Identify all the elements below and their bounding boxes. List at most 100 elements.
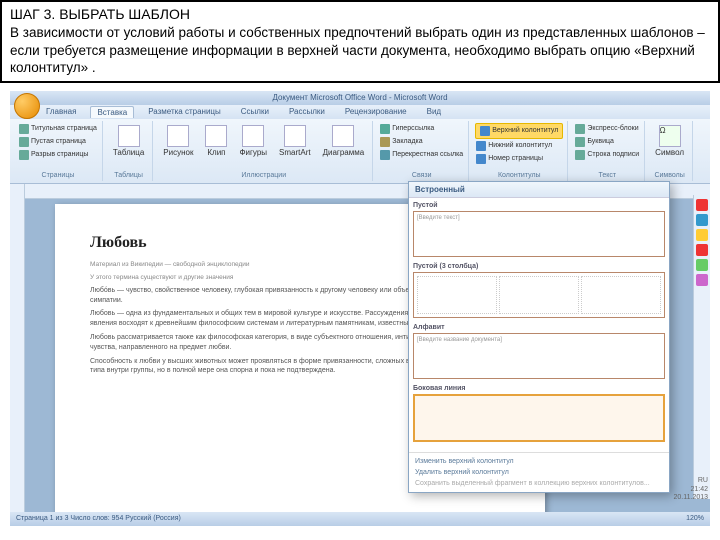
group-tables: Таблица Таблицы xyxy=(105,121,153,181)
btn-page-number[interactable]: Номер страницы xyxy=(475,153,563,165)
group-pages: Титульная страница Пустая страница Разры… xyxy=(14,121,103,181)
ruler-vertical[interactable] xyxy=(10,184,25,512)
tab-home[interactable]: Главная xyxy=(40,106,82,117)
footer-edit-header[interactable]: Изменить верхний колонтитул xyxy=(415,456,663,467)
btn-hyperlink[interactable]: Гиперссылка xyxy=(379,123,464,135)
tab-references[interactable]: Ссылки xyxy=(235,106,275,117)
btn-page-break[interactable]: Разрыв страницы xyxy=(18,149,98,161)
group-label: Колонтитулы xyxy=(475,172,563,179)
template-preview xyxy=(413,272,665,318)
sidebar-icon[interactable] xyxy=(696,199,708,211)
blocks-icon xyxy=(575,124,585,134)
template-label: Пустой xyxy=(413,202,665,209)
btn-dropcap[interactable]: Буквица xyxy=(574,136,640,148)
btn-bookmark[interactable]: Закладка xyxy=(379,136,464,148)
tray-date: 20.11.2013 xyxy=(673,494,708,502)
group-label: Связи xyxy=(379,172,464,179)
group-label: Текст xyxy=(574,172,640,179)
btn-table[interactable]: Таблица xyxy=(109,123,148,159)
header-icon xyxy=(480,126,490,136)
sidebar-icon[interactable] xyxy=(696,259,708,271)
template-item-alphabet[interactable]: Алфавит [Введите название документа] xyxy=(413,324,665,379)
browser-sidebar xyxy=(693,195,710,499)
dropdown-title: Встроенный xyxy=(409,182,669,198)
dropcap-icon xyxy=(575,137,585,147)
shapes-icon xyxy=(242,125,264,147)
ribbon-tabs: Главная Вставка Разметка страницы Ссылки… xyxy=(10,105,710,119)
tray-time: 21:42 xyxy=(673,486,708,494)
word-window: Документ Microsoft Office Word - Microso… xyxy=(10,91,710,521)
sidebar-icon[interactable] xyxy=(696,214,708,226)
template-item-blank[interactable]: Пустой [Введите текст] xyxy=(413,202,665,257)
pagenum-icon xyxy=(476,154,486,164)
tab-insert[interactable]: Вставка xyxy=(90,106,134,118)
template-item-sideline[interactable]: Боковая линия xyxy=(413,385,665,442)
clip-icon xyxy=(205,125,227,147)
group-symbols: ΩСимвол Символы xyxy=(647,121,693,181)
page-icon xyxy=(19,150,29,160)
group-illustrations: Рисунок Клип Фигуры SmartArt Диаграмма И… xyxy=(155,121,373,181)
symbol-icon: Ω xyxy=(659,125,681,147)
template-label: Пустой (3 столбца) xyxy=(413,263,665,270)
template-item-3col[interactable]: Пустой (3 столбца) xyxy=(413,263,665,318)
group-links: Гиперссылка Закладка Перекрестная ссылка… xyxy=(375,121,469,181)
tray-lang[interactable]: RU xyxy=(673,477,708,485)
status-left: Страница 1 из 3 Число слов: 954 Русский … xyxy=(16,515,181,522)
template-label: Боковая линия xyxy=(413,385,665,392)
group-header-footer: Верхний колонтитул Нижний колонтитул Ном… xyxy=(471,121,568,181)
dropdown-footer: Изменить верхний колонтитул Удалить верх… xyxy=(409,452,669,492)
sidebar-icon[interactable] xyxy=(696,229,708,241)
group-label: Иллюстрации xyxy=(159,172,368,179)
status-zoom[interactable]: 120% xyxy=(686,515,704,522)
btn-blank-page[interactable]: Пустая страница xyxy=(18,136,98,148)
btn-chart[interactable]: Диаграмма xyxy=(319,123,369,159)
header-gallery-dropdown: Встроенный Пустой [Введите текст] Пустой… xyxy=(408,181,670,493)
template-preview: [Введите текст] xyxy=(413,211,665,257)
btn-smartart[interactable]: SmartArt xyxy=(275,123,315,159)
footer-remove-header[interactable]: Удалить верхний колонтитул xyxy=(415,467,663,478)
btn-crossref[interactable]: Перекрестная ссылка xyxy=(379,149,464,161)
office-button[interactable] xyxy=(14,93,40,119)
page-icon xyxy=(19,137,29,147)
group-label: Страницы xyxy=(18,172,98,179)
instruction-body: В зависимости от условий работы и собств… xyxy=(10,24,710,77)
template-preview xyxy=(413,394,665,442)
dropdown-body[interactable]: Пустой [Введите текст] Пустой (3 столбца… xyxy=(409,198,669,452)
footer-icon xyxy=(476,141,486,151)
instruction-title: ШАГ 3. ВЫБРАТЬ ШАБЛОН xyxy=(10,6,710,22)
btn-express[interactable]: Экспресс-блоки xyxy=(574,123,640,135)
sidebar-icon[interactable] xyxy=(696,274,708,286)
tab-layout[interactable]: Разметка страницы xyxy=(142,106,227,117)
group-label: Таблицы xyxy=(109,172,148,179)
smartart-icon xyxy=(284,125,306,147)
link-icon xyxy=(380,124,390,134)
chart-icon xyxy=(332,125,354,147)
crossref-icon xyxy=(380,150,390,160)
title-bar: Документ Microsoft Office Word - Microso… xyxy=(10,91,710,105)
ribbon: Титульная страница Пустая страница Разры… xyxy=(10,119,710,184)
group-text: Экспресс-блоки Буквица Строка подписи Те… xyxy=(570,121,645,181)
btn-cover-page[interactable]: Титульная страница xyxy=(18,123,98,135)
sig-icon xyxy=(575,150,585,160)
tab-view[interactable]: Вид xyxy=(421,106,447,117)
btn-header[interactable]: Верхний колонтитул xyxy=(475,123,563,139)
btn-symbol[interactable]: ΩСимвол xyxy=(651,123,688,159)
system-tray: RU 21:42 20.11.2013 xyxy=(673,477,708,502)
btn-shapes[interactable]: Фигуры xyxy=(235,123,271,159)
instruction-box: ШАГ 3. ВЫБРАТЬ ШАБЛОН В зависимости от у… xyxy=(0,0,720,83)
btn-footer[interactable]: Нижний колонтитул xyxy=(475,140,563,152)
table-icon xyxy=(118,125,140,147)
sidebar-icon[interactable] xyxy=(696,244,708,256)
status-bar: Страница 1 из 3 Число слов: 954 Русский … xyxy=(10,512,710,526)
footer-save-selection[interactable]: Сохранить выделенный фрагмент в коллекци… xyxy=(415,478,663,489)
picture-icon xyxy=(167,125,189,147)
tab-review[interactable]: Рецензирование xyxy=(339,106,413,117)
template-label: Алфавит xyxy=(413,324,665,331)
btn-signature[interactable]: Строка подписи xyxy=(574,149,640,161)
btn-picture[interactable]: Рисунок xyxy=(159,123,197,159)
template-preview: [Введите название документа] xyxy=(413,333,665,379)
btn-clip[interactable]: Клип xyxy=(201,123,231,159)
bookmark-icon xyxy=(380,137,390,147)
tab-mailings[interactable]: Рассылки xyxy=(283,106,331,117)
group-label: Символы xyxy=(651,172,688,179)
